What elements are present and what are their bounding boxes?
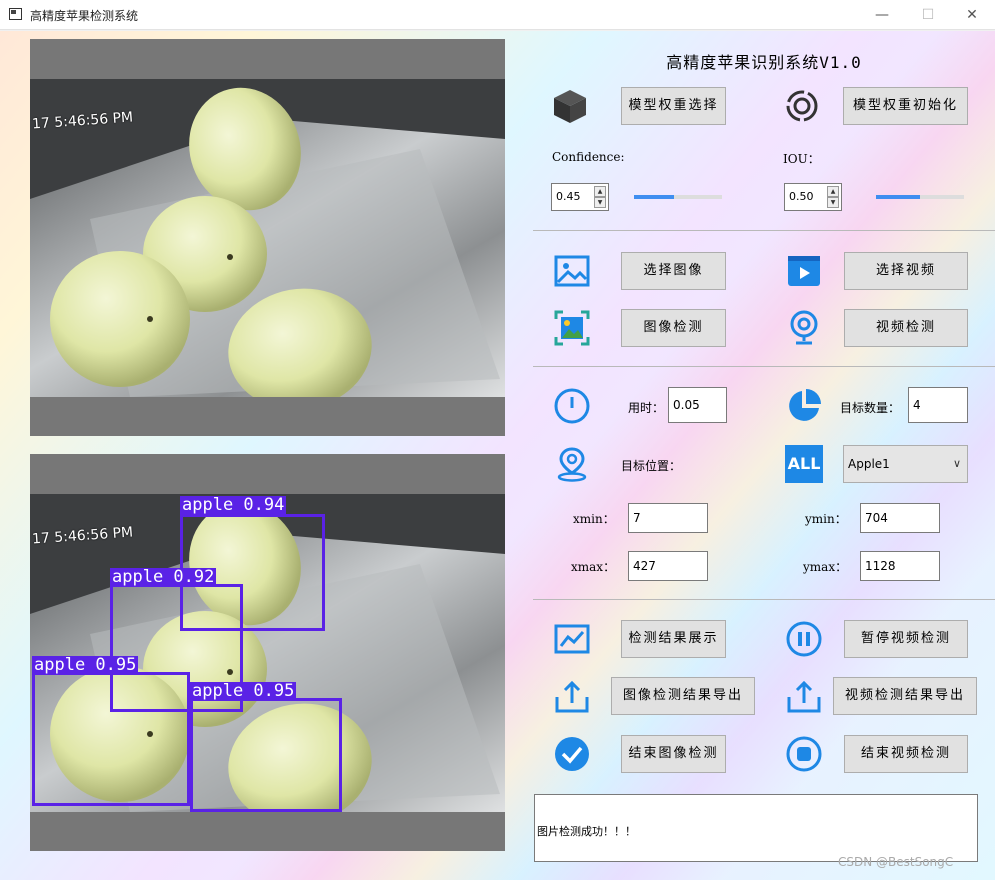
show-results-button[interactable]: 检测结果展示: [621, 620, 726, 658]
target-select-dropdown[interactable]: Apple1 ∨: [843, 445, 968, 483]
upload-icon: [787, 680, 821, 713]
stop-icon: [786, 736, 822, 772]
detection-box: [190, 698, 342, 812]
video-icon: [788, 256, 820, 286]
window-title: 高精度苹果检测系统: [30, 9, 139, 23]
video-detect-button[interactable]: 视频检测: [844, 309, 968, 347]
iou-label: IOU：: [783, 152, 820, 166]
target-count-label: 目标数量：: [840, 401, 901, 415]
app-icon: [9, 8, 22, 20]
detection-box: [32, 672, 190, 806]
confidence-label: Confidence:: [552, 150, 625, 164]
original-image-panel: 17 5:46:56 PM: [30, 39, 505, 436]
model-weight-select-button[interactable]: 模型权重选择: [621, 87, 726, 125]
confidence-slider[interactable]: [634, 195, 722, 199]
detection-label: apple 0.94: [180, 495, 287, 515]
log-output[interactable]: 图片检测成功！！！: [534, 794, 978, 862]
close-button[interactable]: ✕: [949, 2, 995, 28]
target-icon: [786, 90, 818, 122]
results-info-section: 用时： 0.05 目标数量： 4 目标位置： ALL Apple1 ∨ xmin…: [533, 367, 995, 600]
ymin-field[interactable]: 704: [860, 503, 940, 533]
export-image-results-button[interactable]: 图像检测结果导出: [611, 677, 755, 715]
actions-section: 检测结果展示 暂停视频检测 图像检测结果导出 视频检测结果导出 结束图像检测 结…: [533, 600, 995, 794]
end-image-detect-button[interactable]: 结束图像检测: [621, 735, 726, 773]
upload-icon: [555, 680, 589, 713]
spin-down-icon[interactable]: ▼: [827, 197, 839, 208]
ymax-label: ymax：: [803, 560, 848, 574]
detection-image-panel: 17 5:46:56 PM apple 0.94 apple 0.92 appl…: [30, 454, 505, 851]
target-select-value: Apple1: [848, 457, 890, 471]
xmin-label: xmin：: [573, 512, 615, 526]
confidence-slider-fill: [634, 195, 674, 199]
pie-chart-icon: [789, 389, 821, 421]
system-title: 高精度苹果识别系统V1.0: [666, 53, 862, 72]
xmax-field[interactable]: 427: [628, 551, 708, 581]
iou-slider[interactable]: [876, 195, 964, 199]
iou-slider-fill: [876, 195, 920, 199]
line-chart-icon: [554, 624, 590, 654]
title-bar: 高精度苹果检测系统 — ☐ ✕: [0, 0, 995, 30]
spin-up-icon[interactable]: ▲: [827, 186, 839, 197]
cube-icon: [554, 90, 586, 123]
xmax-label: xmax：: [571, 560, 616, 574]
export-video-results-button[interactable]: 视频检测结果导出: [833, 677, 977, 715]
all-icon: ALL: [785, 445, 823, 483]
ymax-field[interactable]: 1128: [860, 551, 940, 581]
target-position-label: 目标位置：: [621, 459, 682, 473]
detection-label: apple 0.95: [32, 655, 139, 675]
model-weight-init-button[interactable]: 模型权重初始化: [843, 87, 968, 125]
maximize-button[interactable]: ☐: [905, 2, 951, 28]
detection-label: apple 0.92: [110, 567, 217, 587]
select-image-button[interactable]: 选择图像: [621, 252, 726, 290]
iou-value: 0.50: [789, 190, 814, 203]
log-text: 图片检测成功！！！: [537, 825, 636, 838]
main-window: 17 5:46:56 PM 17 5:46:56 PM apple 0.94 a…: [0, 31, 995, 880]
chevron-down-icon: ∨: [952, 457, 961, 470]
target-count-field[interactable]: 4: [908, 387, 968, 423]
ymin-label: ymin：: [805, 512, 847, 526]
image-detect-icon: [554, 310, 590, 346]
select-video-button[interactable]: 选择视频: [844, 252, 968, 290]
detection-label: apple 0.95: [190, 681, 297, 701]
spin-up-icon[interactable]: ▲: [594, 186, 606, 197]
location-pin-icon: [557, 447, 587, 482]
xmin-field[interactable]: 7: [628, 503, 708, 533]
clock-icon: [554, 388, 590, 424]
webcam-icon: [790, 310, 818, 345]
end-video-detect-button[interactable]: 结束视频检测: [844, 735, 968, 773]
control-panel: 高精度苹果识别系统V1.0 模型权重选择 模型权重初始化 Confidence:…: [533, 31, 995, 880]
image-detect-button[interactable]: 图像检测: [621, 309, 726, 347]
pause-video-button[interactable]: 暂停视频检测: [844, 620, 968, 658]
time-label: 用时：: [628, 401, 665, 415]
confidence-value: 0.45: [556, 190, 581, 203]
input-section: 选择图像 选择视频 图像检测 视频检测: [533, 231, 995, 367]
watermark: CSDN @BestSongC: [838, 855, 954, 869]
minimize-button[interactable]: —: [859, 2, 905, 28]
spin-down-icon[interactable]: ▼: [594, 197, 606, 208]
check-circle-icon: [555, 737, 589, 771]
time-field[interactable]: 0.05: [668, 387, 727, 423]
confidence-spinbox[interactable]: 0.45 ▲ ▼: [551, 183, 609, 211]
image-icon: [554, 255, 590, 287]
iou-spinbox[interactable]: 0.50 ▲ ▼: [784, 183, 842, 211]
pause-icon: [786, 621, 822, 657]
model-settings-section: 高精度苹果识别系统V1.0 模型权重选择 模型权重初始化 Confidence:…: [533, 31, 995, 231]
